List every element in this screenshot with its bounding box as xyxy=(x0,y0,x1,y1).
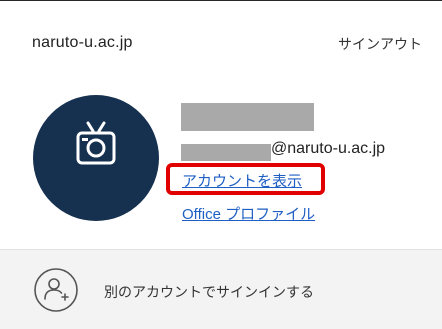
show-account-link[interactable]: アカウントを表示 xyxy=(182,170,302,191)
email-domain-suffix: @naruto-u.ac.jp xyxy=(271,140,386,157)
account-domain: naruto-u.ac.jp xyxy=(32,34,133,51)
add-person-icon xyxy=(34,268,78,312)
avatar[interactable] xyxy=(33,95,159,221)
add-account-label[interactable]: 別のアカウントでサインインする xyxy=(104,282,314,302)
camera-icon xyxy=(76,121,116,165)
redacted-name xyxy=(181,103,314,131)
office-profile-link[interactable]: Office プロファイル xyxy=(182,203,315,224)
redacted-email-user xyxy=(181,144,271,161)
panel-top-border xyxy=(0,0,442,8)
account-manager-panel: naruto-u.ac.jp サインアウト @naruto-u.ac.jp アカ… xyxy=(0,0,442,329)
sign-out-link[interactable]: サインアウト xyxy=(338,34,422,54)
